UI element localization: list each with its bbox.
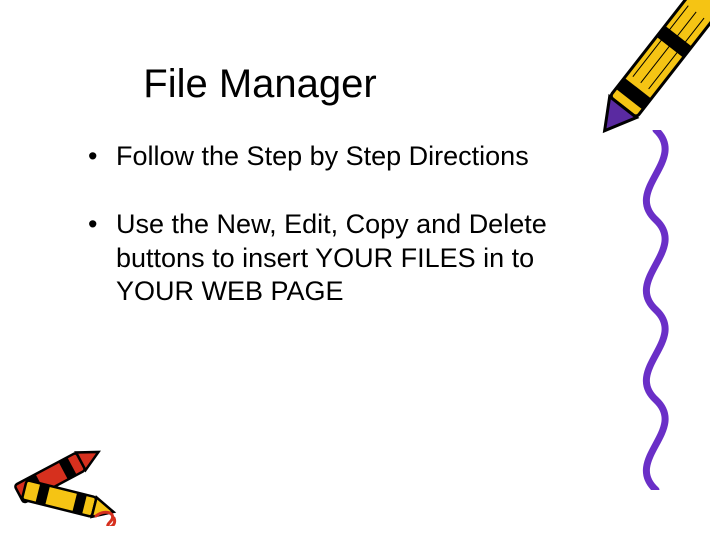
bullet-text: Use the New, Edit, Copy and Delete butto… [116, 209, 547, 307]
bullet-item: Use the New, Edit, Copy and Delete butto… [88, 208, 578, 309]
slide: File Manager Follow the Step by Step Dir… [0, 0, 720, 540]
bullet-item: Follow the Step by Step Directions [88, 140, 578, 174]
slide-title: File Manager [0, 62, 520, 107]
crayon-pair-icon [6, 436, 126, 526]
yellow-crayon-icon [590, 0, 710, 156]
slide-body: Follow the Step by Step Directions Use t… [88, 140, 578, 343]
bullet-text: Follow the Step by Step Directions [116, 141, 529, 171]
purple-squiggle-icon [618, 130, 688, 490]
